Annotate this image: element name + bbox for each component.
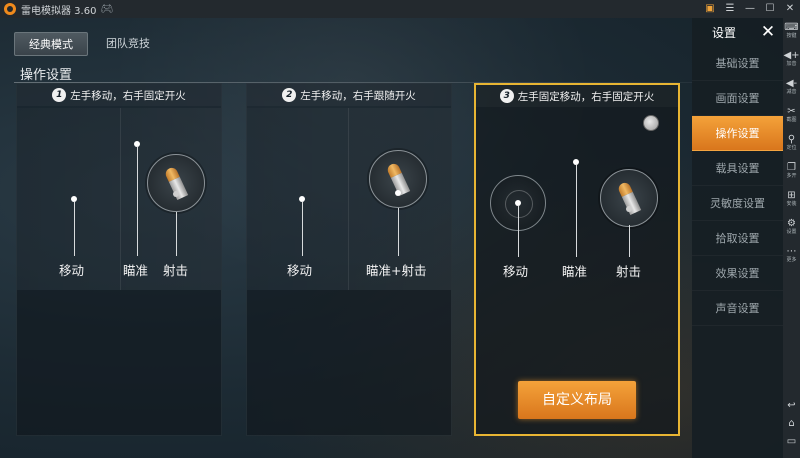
card-title: 左手移动，右手固定开火 [70,89,186,102]
minimize-icon[interactable]: — [744,0,756,18]
tab-team-deathmatch[interactable]: 团队竞技 [92,32,164,56]
fire-touch-point [173,191,179,197]
menu-icon[interactable]: ☰ [724,0,736,18]
card-body [17,290,221,435]
settings-title: 设置 [712,25,737,40]
card-title: 左手移动，右手跟随开火 [300,89,416,102]
control-preview: 移动 瞄准 射击 [17,108,221,290]
more-tool[interactable]: ⋯ 更多 [783,246,800,264]
move-indicator-line [518,206,519,257]
emulator-side-toolbar: ⌨ 按键 ◀+ 加音 ◀- 减音 ✂ 截图 ⚲ 定位 ❐ 多开 ⊞ 安装 ⚙ 设置 ⋯ 更多 ↩ … [783,18,800,458]
window-controls: ▣ ☰ — ☐ ✕ [704,0,796,18]
keyboard-icon: ⌨ [784,22,799,33]
aim-fire-indicator-line [398,208,399,256]
game-settings-screen: 经典模式 团队竞技 操作设置 1 左手移动，右手固定开火 移动 瞄准 射击 2 … [0,18,783,458]
multi-window-icon: ❐ [787,162,796,173]
control-preview: 移动 瞄准 射击 [476,109,678,291]
settings-item-basic[interactable]: 基础设置 [692,46,783,81]
move-label: 移动 [503,264,529,279]
screenshot-tool[interactable]: ✂ 截图 [783,106,800,124]
settings-item-graphics[interactable]: 画面设置 [692,81,783,116]
fire-button-preview [147,154,205,212]
settings-item-sound[interactable]: 声音设置 [692,291,783,326]
layout-option-1[interactable]: 1 左手移动，右手固定开火 移动 瞄准 射击 [16,83,222,436]
fire-label: 射击 [163,263,189,278]
volume-down-tool[interactable]: ◀- 减音 [783,78,800,96]
tab-classic-mode[interactable]: 经典模式 [14,32,88,56]
layout-option-2[interactable]: 2 左手移动，右手跟随开火 移动 瞄准+射击 [246,83,452,436]
aim-fire-touch-point [395,190,401,196]
aim-fire-label: 瞄准+射击 [366,263,427,278]
app-logo-icon [4,3,16,15]
custom-layout-button[interactable]: 自定义布局 [518,381,636,419]
settings-item-sensitivity[interactable]: 灵敏度设置 [692,186,783,221]
control-preview: 移动 瞄准+射击 [247,108,451,290]
mode-tabs: 经典模式 团队竞技 [14,32,164,56]
maximize-icon[interactable]: ☐ [764,0,776,18]
fire-indicator-line [629,225,630,257]
location-icon: ⚲ [787,134,796,145]
close-icon[interactable]: ✕ [759,18,777,46]
volume-up-icon: ◀+ [783,50,800,61]
aim-indicator-line [576,165,577,257]
card-title: 左手固定移动，右手固定开火 [517,90,655,103]
settings-item-vehicle[interactable]: 载具设置 [692,151,783,186]
settings-item-pickup[interactable]: 拾取设置 [692,221,783,256]
option-number-badge: 3 [499,89,514,103]
recent-apps-icon[interactable]: ▭ [783,436,800,447]
card-header: 3 左手固定移动，右手固定开火 [476,85,678,107]
settings-panel: 设置 ✕ 基础设置 画面设置 操作设置 载具设置 灵敏度设置 拾取设置 效果设置… [692,18,783,458]
location-tool[interactable]: ⚲ 定位 [783,134,800,152]
install-tool[interactable]: ⊞ 安装 [783,190,800,208]
aim-label: 瞄准 [562,264,588,279]
move-label: 移动 [287,263,313,278]
move-label: 移动 [59,263,85,278]
preview-divider [348,108,349,290]
more-icon: ⋯ [786,246,797,257]
preview-divider [120,108,121,290]
aim-label: 瞄准 [123,263,149,278]
layout-option-3[interactable]: 3 左手固定移动，右手固定开火 移动 瞄准 射击 自定义布局 [474,83,680,436]
settings-item-effects[interactable]: 效果设置 [692,256,783,291]
fire-label: 射击 [616,264,642,279]
card-header: 1 左手移动，右手固定开火 [17,84,221,106]
card-body [247,290,451,435]
fire-button-preview [369,150,427,208]
gamepad-icon[interactable]: 🎮︎ [100,4,113,15]
multi-instance-tool[interactable]: ❐ 多开 [783,162,800,180]
volume-down-icon: ◀- [785,78,798,89]
scissors-icon: ✂ [787,106,796,117]
option-number-badge: 1 [52,88,67,102]
fire-button-preview [600,169,658,227]
install-icon: ⊞ [787,190,796,201]
aim-indicator-line [137,147,138,256]
option-number-badge: 2 [282,88,297,102]
home-icon[interactable]: ⌂ [783,418,800,429]
gear-icon: ⚙ [787,218,796,229]
volume-up-tool[interactable]: ◀+ 加音 [783,50,800,68]
section-title: 操作设置 [20,68,73,83]
settings-tool[interactable]: ⚙ 设置 [783,218,800,236]
fire-indicator-line [176,212,177,256]
settings-header: 设置 ✕ [692,18,783,46]
move-indicator-line [74,202,75,256]
card-header: 2 左手移动，右手跟随开火 [247,84,451,106]
back-icon[interactable]: ↩ [783,400,800,411]
gift-icon[interactable]: ▣ [704,0,716,18]
app-title: 雷电模拟器 3.60 [21,5,97,17]
move-indicator-line [302,202,303,256]
settings-item-controls[interactable]: 操作设置 [692,116,783,151]
keyboard-tool[interactable]: ⌨ 按键 [783,22,800,40]
fire-touch-point [626,206,632,212]
emulator-titlebar: 雷电模拟器 3.60 🎮︎ ▣ ☰ — ☐ ✕ [0,0,800,18]
close-icon[interactable]: ✕ [784,0,796,18]
